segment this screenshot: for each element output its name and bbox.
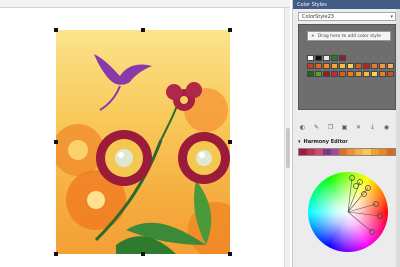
color-swatch[interactable] (371, 63, 378, 69)
top-ruler (0, 0, 290, 8)
color-style-select-value: ColorStyle23 (302, 14, 334, 20)
harmony-strip-color[interactable] (339, 149, 347, 155)
harmony-strip-color[interactable] (331, 149, 339, 155)
canvas-scroll-thumb[interactable] (286, 128, 290, 168)
harmony-markers (347, 175, 383, 235)
color-swatch[interactable] (355, 71, 362, 77)
harmony-marker (361, 191, 367, 197)
selection-handle-right[interactable] (228, 140, 232, 144)
color-swatch[interactable] (363, 63, 370, 69)
color-swatch[interactable] (339, 55, 346, 61)
harmony-strip-color[interactable] (299, 149, 307, 155)
color-swatch[interactable] (379, 63, 386, 69)
color-swatch[interactable] (347, 71, 354, 77)
selection-handle-bottom-right[interactable] (228, 252, 232, 256)
harmony-strip-color[interactable] (387, 149, 395, 155)
color-swatch[interactable] (323, 63, 330, 69)
add-icon: + (311, 34, 315, 39)
harmony-strip-color[interactable] (315, 149, 323, 155)
color-swatch[interactable] (323, 55, 330, 61)
drop-hint-text: Drag here to add color style (317, 34, 381, 39)
delete-icon[interactable]: ✕ (354, 123, 363, 131)
color-swatch[interactable] (315, 55, 322, 61)
color-style-select[interactable]: ColorStyle23 ▾ (298, 12, 396, 21)
selection-handle-top[interactable] (141, 28, 145, 32)
harmony-strip-color[interactable] (323, 149, 331, 155)
harmony-wheel-area (298, 158, 396, 267)
color-swatch[interactable] (339, 71, 346, 77)
color-swatch[interactable] (355, 63, 362, 69)
color-swatch[interactable] (323, 71, 330, 77)
color-swatch[interactable] (315, 63, 322, 69)
selection-handle-bottom[interactable] (141, 252, 145, 256)
harmony-color-strip[interactable] (298, 148, 396, 156)
color-wheel-icon[interactable]: ◉ (382, 123, 391, 131)
expand-icon: ▾ (298, 139, 301, 145)
chevron-down-icon: ▾ (390, 14, 393, 20)
artwork-illustration (56, 54, 230, 254)
harmony-editor-header[interactable]: ▾ Harmony Editor (298, 138, 396, 146)
harmony-strip-color[interactable] (355, 149, 363, 155)
import-icon[interactable]: ⤓ (368, 123, 377, 131)
selection-handle-top-left[interactable] (54, 28, 58, 32)
color-swatch[interactable] (331, 71, 338, 77)
color-swatch[interactable] (363, 71, 370, 77)
docker-title: Color Styles (293, 0, 400, 9)
harmony-editor-label: Harmony Editor (303, 139, 348, 145)
artwork-image[interactable] (56, 30, 230, 254)
canvas-vertical-scrollbar[interactable] (284, 8, 290, 267)
color-swatch[interactable] (315, 71, 322, 77)
harmony-strip-color[interactable] (307, 149, 315, 155)
color-swatch[interactable] (307, 63, 314, 69)
docker-scrollbar[interactable] (396, 9, 400, 267)
color-swatch[interactable] (331, 63, 338, 69)
color-swatch[interactable] (387, 63, 394, 69)
harmony-strip-color[interactable] (379, 149, 387, 155)
color-styles-docker: Color Styles ColorStyle23 ▾ + Drag here t… (292, 0, 400, 267)
color-style-drop-area[interactable]: + Drag here to add color style (298, 24, 396, 110)
color-swatch[interactable] (379, 71, 386, 77)
new-color-style-icon[interactable]: ◐ (298, 123, 307, 131)
color-styles-toolbar: ◐ ✎ ❐ ▣ ✕ ⤓ ◉ (298, 122, 396, 132)
color-swatch[interactable] (387, 71, 394, 77)
harmony-strip-color[interactable] (371, 149, 379, 155)
color-swatch[interactable] (371, 71, 378, 77)
copy-icon[interactable]: ❐ (326, 123, 335, 131)
harmony-marker (353, 183, 359, 189)
color-swatch[interactable] (347, 63, 354, 69)
harmony-strip-color[interactable] (347, 149, 355, 155)
paste-icon[interactable]: ▣ (340, 123, 349, 131)
color-swatch[interactable] (339, 63, 346, 69)
color-swatch[interactable] (307, 71, 314, 77)
color-swatch[interactable] (331, 55, 338, 61)
new-harmony-icon[interactable]: ✎ (312, 123, 321, 131)
harmony-strip-color[interactable] (363, 149, 371, 155)
selection-handle-left[interactable] (54, 140, 58, 144)
color-swatch[interactable] (307, 55, 314, 61)
selection-handle-top-right[interactable] (228, 28, 232, 32)
document-canvas[interactable] (0, 0, 290, 267)
drop-hint: + Drag here to add color style (307, 31, 391, 41)
selection-handle-bottom-left[interactable] (54, 252, 58, 256)
